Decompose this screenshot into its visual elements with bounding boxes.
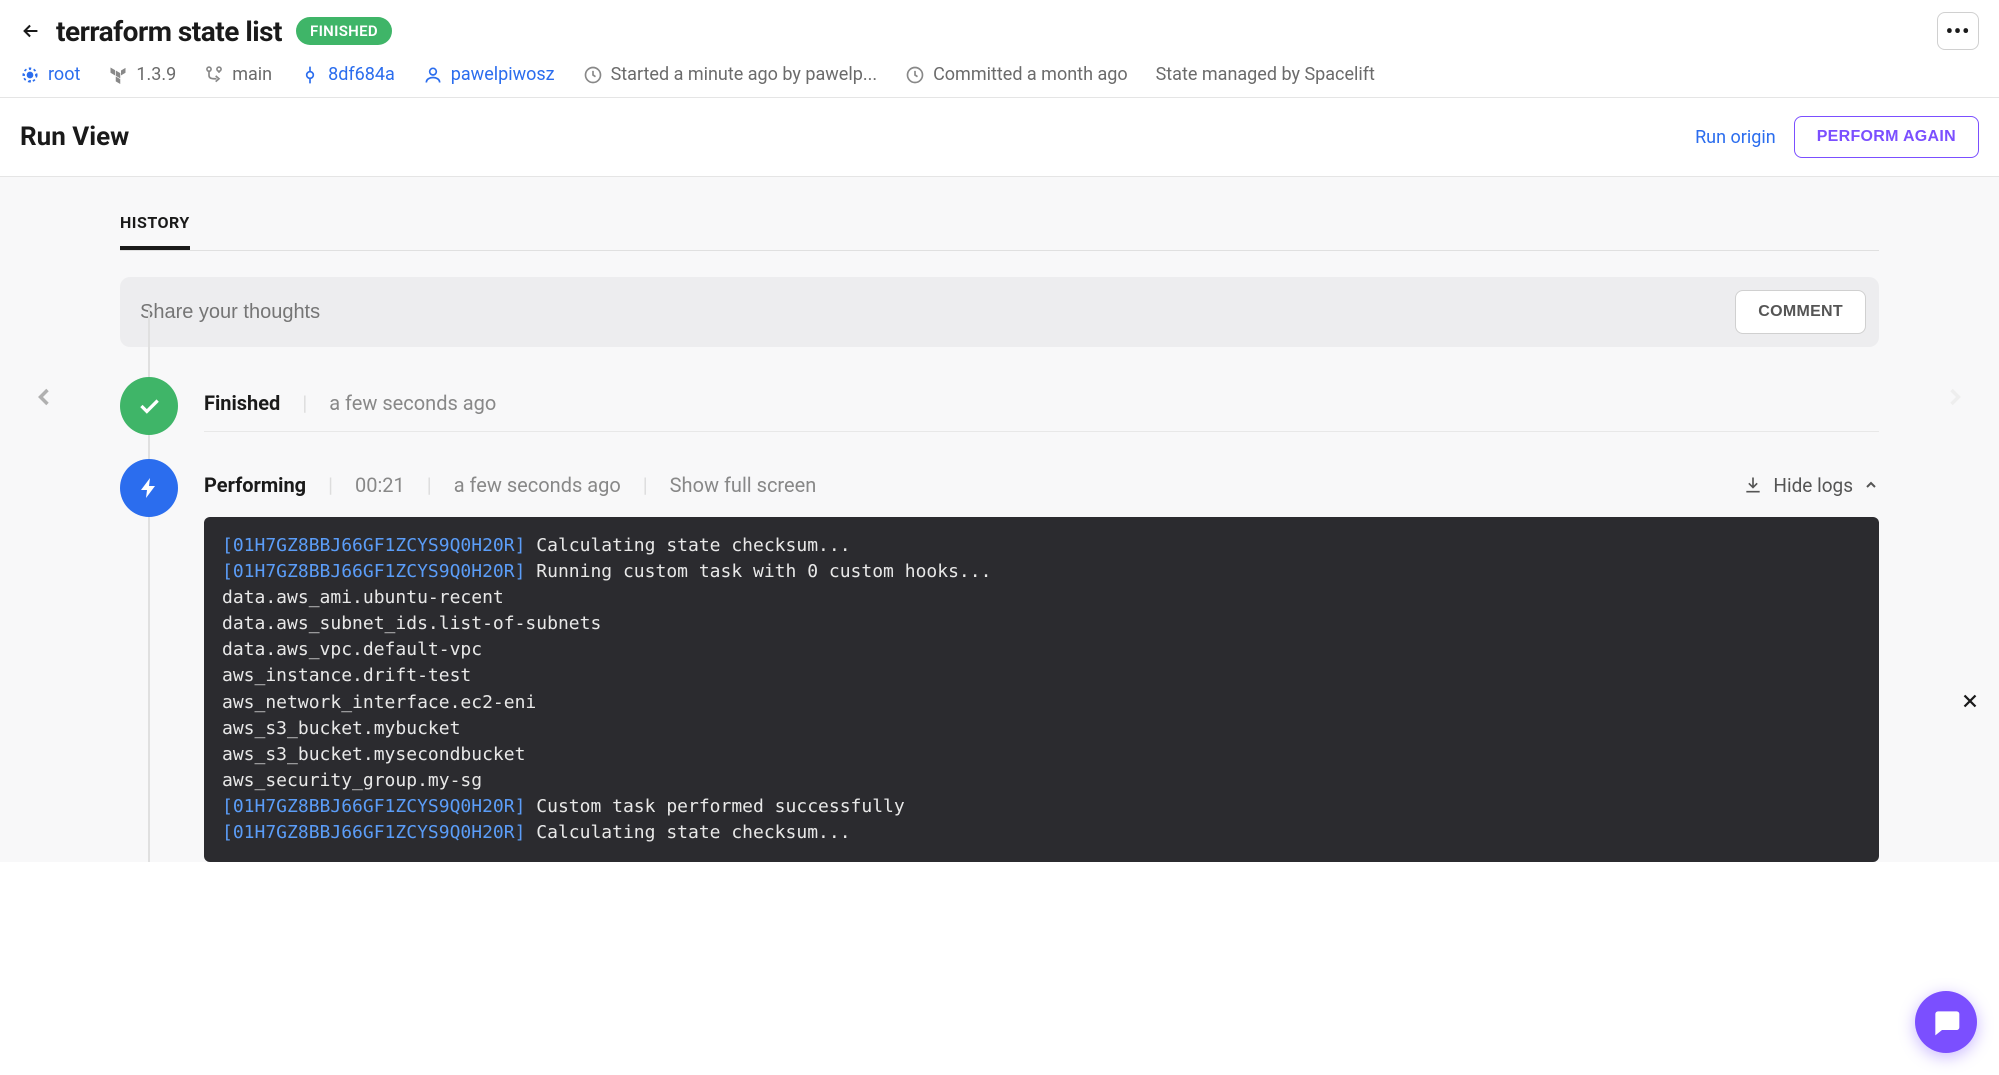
branch: main xyxy=(204,64,272,85)
download-icon xyxy=(1743,475,1763,495)
step-performing-duration: 00:21 xyxy=(355,473,405,497)
show-fullscreen-link[interactable]: Show full screen xyxy=(670,473,817,497)
perform-again-button[interactable]: PERFORM AGAIN xyxy=(1794,116,1979,158)
chat-bubble-button[interactable] xyxy=(1915,991,1977,1053)
commit-icon xyxy=(300,65,320,85)
comment-box: COMMENT xyxy=(120,277,1879,347)
target-icon xyxy=(20,65,40,85)
user-icon xyxy=(423,65,443,85)
chevron-up-icon xyxy=(1863,477,1879,493)
clock-icon xyxy=(905,65,925,85)
branch-label: main xyxy=(232,64,272,85)
step-finished-title: Finished xyxy=(204,391,280,415)
tab-history[interactable]: HISTORY xyxy=(120,213,190,250)
hide-logs-label: Hide logs xyxy=(1773,474,1853,497)
next-chevron[interactable] xyxy=(1941,377,1969,417)
committed-time: Committed a month ago xyxy=(905,64,1128,85)
started-time: Started a minute ago by pawelp... xyxy=(583,64,877,85)
root-label: root xyxy=(48,64,80,85)
clock-icon xyxy=(583,65,603,85)
state-managed-label: State managed by Spacelift xyxy=(1156,64,1375,85)
run-view-title: Run View xyxy=(20,122,129,152)
commit-link[interactable]: 8df684a xyxy=(300,64,395,85)
page-title: terraform state list xyxy=(56,15,282,48)
started-label: Started a minute ago by pawelp... xyxy=(611,64,877,85)
more-menu-button[interactable]: ••• xyxy=(1937,12,1979,50)
user-label: pawelpiwosz xyxy=(451,64,555,85)
terraform-version: 1.3.9 xyxy=(108,64,176,85)
terraform-icon xyxy=(108,65,128,85)
step-performing-time: a few seconds ago xyxy=(454,473,621,497)
branch-icon xyxy=(204,65,224,85)
status-badge: FINISHED xyxy=(296,17,392,45)
prev-chevron[interactable] xyxy=(30,377,58,417)
comment-button[interactable]: COMMENT xyxy=(1735,290,1866,334)
lightning-icon xyxy=(120,459,178,517)
user-link[interactable]: pawelpiwosz xyxy=(423,64,555,85)
root-link[interactable]: root xyxy=(20,64,80,85)
step-performing: Performing | 00:21 | a few seconds ago |… xyxy=(120,459,1879,862)
log-output: [01H7GZ8BBJ66GF1ZCYS9Q0H20R] Calculating… xyxy=(204,517,1879,862)
check-icon xyxy=(120,377,178,435)
committed-label: Committed a month ago xyxy=(933,64,1128,85)
step-performing-title: Performing xyxy=(204,473,306,497)
step-finished: Finished | a few seconds ago xyxy=(120,377,1879,435)
close-icon[interactable] xyxy=(1959,690,1981,712)
state-managed: State managed by Spacelift xyxy=(1156,64,1375,85)
comment-input[interactable] xyxy=(140,301,1735,324)
back-arrow[interactable] xyxy=(20,20,42,42)
step-finished-time: a few seconds ago xyxy=(329,391,496,415)
terraform-version-label: 1.3.9 xyxy=(136,64,176,85)
hide-logs-toggle[interactable]: Hide logs xyxy=(1743,474,1879,497)
run-origin-link[interactable]: Run origin xyxy=(1695,127,1776,148)
commit-label: 8df684a xyxy=(328,64,395,85)
